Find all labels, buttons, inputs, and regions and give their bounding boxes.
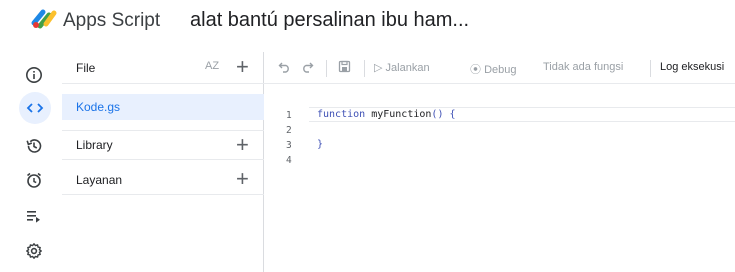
executions-icon [27, 211, 40, 223]
apps-script-logo[interactable] [31, 8, 59, 30]
toolbar-divider [326, 60, 327, 77]
editor-button[interactable] [19, 92, 51, 124]
redo-icon[interactable] [301, 60, 314, 76]
services-section: Layanan + [62, 165, 264, 195]
files-panel: File AZ + Kode.gs Library + Layanan + [62, 52, 264, 272]
line-number: 3 [286, 140, 292, 151]
play-icon: ▷ [374, 62, 383, 74]
debug-button[interactable]: ⦿ Debug [470, 61, 516, 77]
history-icon [26, 139, 42, 153]
alarm-icon [27, 172, 41, 188]
code-line-1: function myFunction() { [317, 109, 456, 120]
code-keyword: function [317, 109, 366, 120]
run-label: Jalankan [385, 62, 430, 74]
project-history-button[interactable] [20, 132, 48, 160]
code-closing-brace: } [317, 139, 324, 150]
services-label: Layanan [76, 172, 123, 187]
files-header-label: File [76, 60, 96, 75]
settings-icon [26, 243, 42, 259]
code-icon [26, 103, 44, 113]
add-file-button[interactable]: + [236, 56, 249, 78]
file-item-kode-gs[interactable]: Kode.gs [62, 94, 264, 120]
run-button[interactable]: ▷ Jalankan [374, 61, 430, 74]
editor-toolbar: ▷ Jalankan ⦿ Debug Tidak ada fungsi Log … [264, 52, 735, 84]
line-number: 2 [286, 125, 292, 136]
code-function-name: myFunction [371, 109, 432, 120]
triggers-button[interactable] [20, 166, 48, 194]
overview-button[interactable] [20, 61, 48, 89]
files-section-header: File AZ + [62, 52, 264, 84]
debug-icon: ⦿ [470, 64, 481, 76]
debug-label: Debug [484, 64, 517, 76]
toolbar-divider [364, 60, 365, 77]
project-settings-button[interactable] [20, 237, 48, 265]
toolbar-divider [650, 60, 651, 77]
line-number: 1 [286, 110, 292, 121]
project-title[interactable]: alat bantú persalinan ibu ham... [190, 9, 469, 32]
add-library-button[interactable]: + [236, 134, 249, 156]
execution-log-button[interactable]: Log eksekusi [660, 61, 724, 73]
line-number: 4 [286, 155, 292, 166]
app-name: Apps Script [63, 10, 161, 31]
library-label: Library [76, 138, 113, 152]
add-service-button[interactable]: + [236, 168, 249, 190]
left-nav-rail [0, 52, 62, 272]
code-line-3: } [317, 139, 323, 150]
function-select[interactable]: Tidak ada fungsi [543, 61, 623, 73]
code-editor[interactable]: 1 2 3 4 function myFunction() { } [264, 85, 735, 272]
undo-icon[interactable] [278, 60, 291, 76]
library-section: Library + [62, 130, 264, 160]
save-icon[interactable] [338, 60, 351, 76]
app-header: Apps Script alat bantú persalinan ibu ha… [0, 0, 735, 44]
sort-az-icon[interactable]: AZ [205, 60, 219, 72]
executions-button[interactable] [20, 202, 48, 230]
file-item-label: Kode.gs [76, 100, 121, 114]
info-icon [26, 67, 42, 83]
code-punctuation: () { [431, 109, 456, 120]
